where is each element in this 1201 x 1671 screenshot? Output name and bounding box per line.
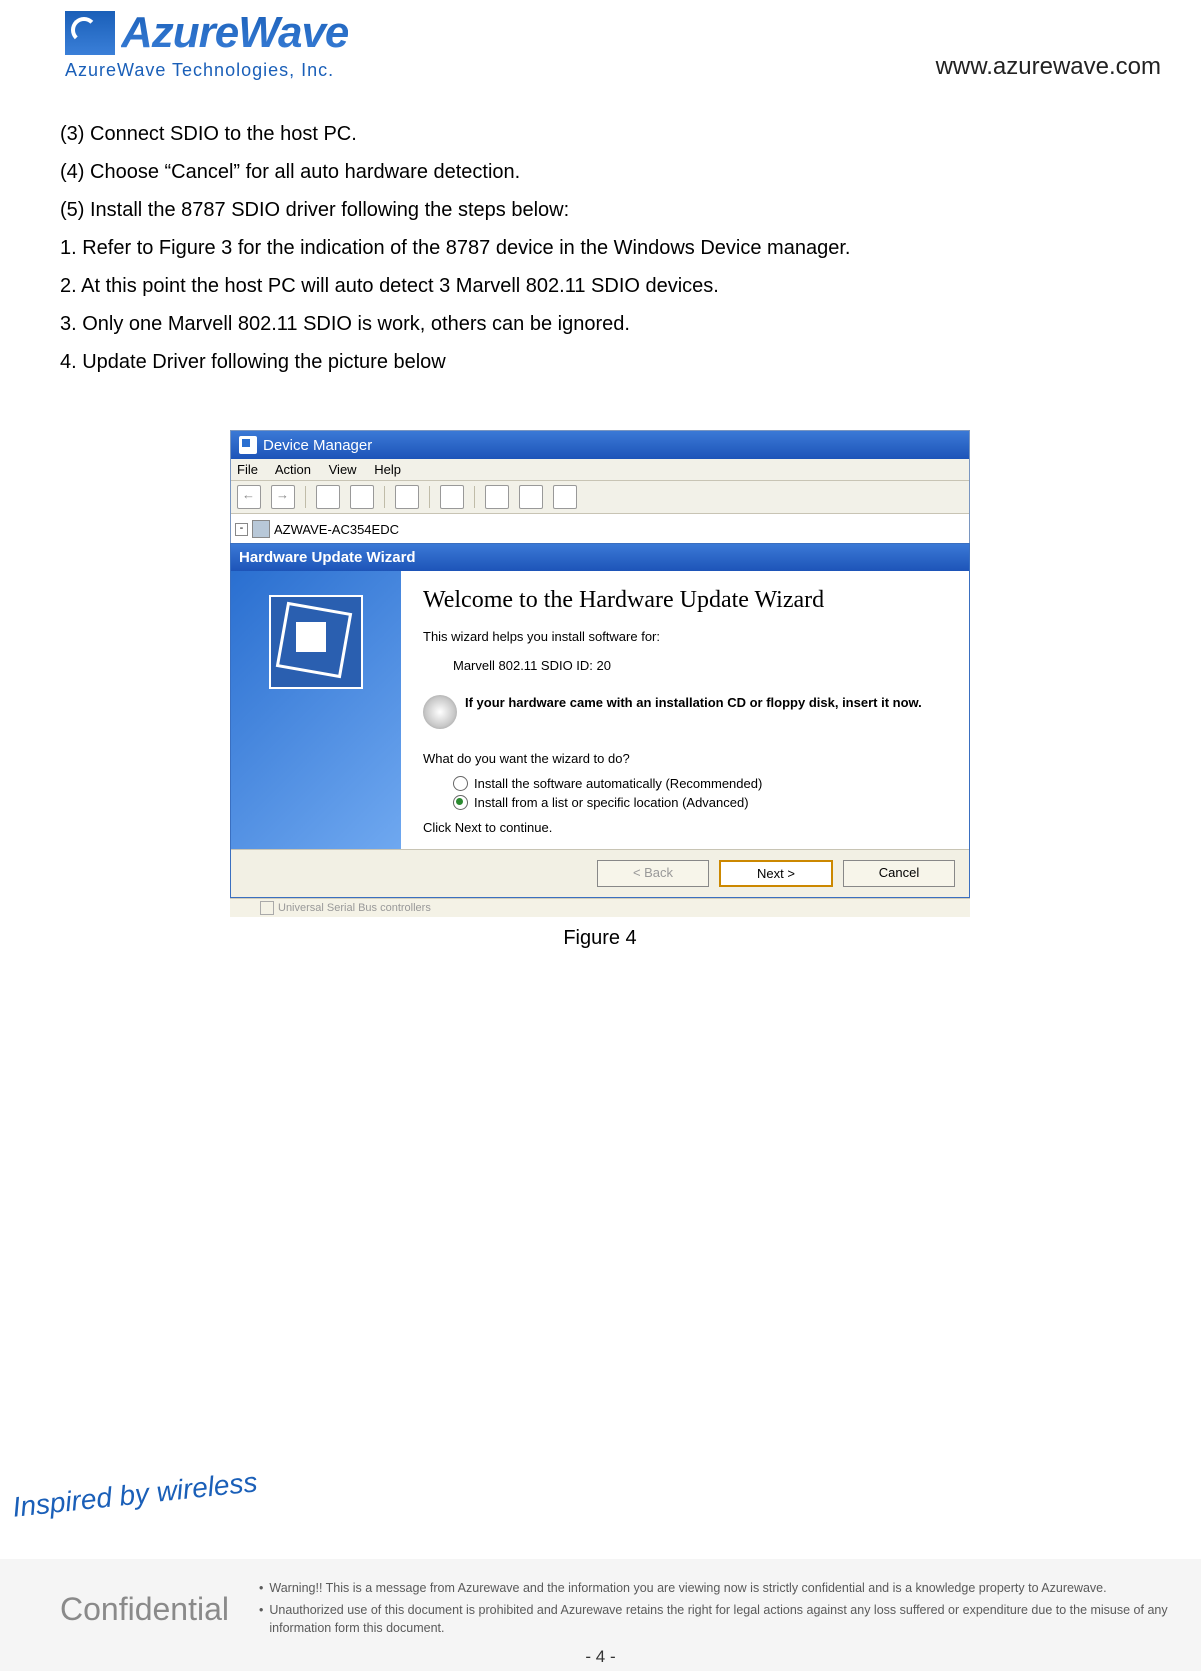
wizard-question: What do you want the wizard to do?	[423, 751, 947, 766]
wizard-heading: Welcome to the Hardware Update Wizard	[423, 585, 947, 615]
wizard-side-graphic	[231, 571, 401, 849]
cancel-button[interactable]: Cancel	[843, 860, 955, 887]
substep-3: 3. Only one Marvell 802.11 SDIO is work,…	[60, 308, 1141, 340]
menu-action[interactable]: Action	[275, 462, 311, 477]
brand-logo-icon	[65, 11, 115, 55]
wizard-click-next: Click Next to continue.	[423, 820, 947, 835]
bullet-icon: •	[259, 1579, 263, 1597]
substep-2: 2. At this point the host PC will auto d…	[60, 270, 1141, 302]
radio-selected-icon[interactable]	[453, 795, 468, 810]
device-manager-window: Device Manager File Action View Help	[230, 430, 970, 545]
toolbar-separator	[305, 486, 306, 508]
slogan-text: Inspired by wireless	[11, 1466, 259, 1524]
back-button[interactable]: < Back	[597, 860, 709, 887]
device-manager-toolbar	[231, 481, 969, 514]
toolbar-uninstall-icon[interactable]	[485, 485, 509, 509]
computer-icon	[252, 520, 270, 538]
tree-expand-icon[interactable]: -	[235, 523, 248, 536]
wizard-hardware-icon	[269, 595, 363, 689]
warning-line-1: Warning!! This is a message from Azurewa…	[269, 1579, 1106, 1597]
wizard-titlebar: Hardware Update Wizard	[231, 544, 969, 571]
menu-help[interactable]: Help	[374, 462, 401, 477]
substep-4: 4. Update Driver following the picture b…	[60, 346, 1141, 378]
option-advanced-label: Install from a list or specific location…	[474, 795, 749, 810]
figure-caption: Figure 4	[230, 927, 970, 950]
footer-warning: • Warning!! This is a message from Azurew…	[259, 1579, 1171, 1641]
page-header: AzureWave AzureWave Technologies, Inc. w…	[65, 8, 1161, 81]
menu-view[interactable]: View	[329, 462, 357, 477]
usb-icon	[260, 901, 274, 915]
toolbar-separator	[384, 486, 385, 508]
option-auto-label: Install the software automatically (Reco…	[474, 776, 762, 791]
toolbar-scan-icon[interactable]	[440, 485, 464, 509]
step-3: (3) Connect SDIO to the host PC.	[60, 118, 1141, 150]
toolbar-disable-icon[interactable]	[519, 485, 543, 509]
wizard-button-row: < Back Next > Cancel	[231, 849, 969, 897]
substep-1: 1. Refer to Figure 3 for the indication …	[60, 232, 1141, 264]
tree-root-label[interactable]: AZWAVE-AC354EDC	[274, 522, 399, 537]
toolbar-help-icon[interactable]	[395, 485, 419, 509]
step-4: (4) Choose “Cancel” for all auto hardwar…	[60, 156, 1141, 188]
device-manager-titlebar: Device Manager	[231, 431, 969, 459]
device-manager-menubar: File Action View Help	[231, 459, 969, 481]
brand-subtitle: AzureWave Technologies, Inc.	[65, 60, 348, 81]
toolbar-properties-icon[interactable]	[316, 485, 340, 509]
wizard-content: Welcome to the Hardware Update Wizard Th…	[401, 571, 969, 849]
hardware-update-wizard: Hardware Update Wizard Welcome to the Ha…	[230, 543, 970, 898]
device-manager-title: Device Manager	[263, 437, 372, 454]
device-manager-icon	[239, 436, 257, 454]
confidential-label: Confidential	[60, 1591, 229, 1628]
toolbar-separator	[474, 486, 475, 508]
menu-file[interactable]: File	[237, 462, 258, 477]
warning-line-2: Unauthorized use of this document is pro…	[269, 1601, 1171, 1637]
page-number: - 4 -	[585, 1647, 615, 1667]
toolbar-separator	[429, 486, 430, 508]
cutoff-text: Universal Serial Bus controllers	[278, 902, 431, 914]
step-5: (5) Install the 8787 SDIO driver followi…	[60, 194, 1141, 226]
cd-notice-text: If your hardware came with an installati…	[465, 695, 922, 710]
brand-url: www.azurewave.com	[936, 53, 1161, 81]
toolbar-forward-icon[interactable]	[271, 485, 295, 509]
device-manager-tree: - AZWAVE-AC354EDC	[231, 514, 969, 544]
radio-unselected-icon[interactable]	[453, 776, 468, 791]
wizard-intro-text: This wizard helps you install software f…	[423, 629, 947, 644]
toolbar-back-icon[interactable]	[237, 485, 261, 509]
brand-block: AzureWave AzureWave Technologies, Inc.	[65, 8, 348, 81]
option-auto[interactable]: Install the software automatically (Reco…	[453, 776, 947, 791]
option-advanced[interactable]: Install from a list or specific location…	[453, 795, 947, 810]
background-tree-cutoff: Universal Serial Bus controllers	[230, 898, 970, 917]
instruction-block: (3) Connect SDIO to the host PC. (4) Cho…	[60, 118, 1141, 384]
toolbar-print-icon[interactable]	[350, 485, 374, 509]
figure-4: Device Manager File Action View Help	[230, 430, 970, 950]
toolbar-update-icon[interactable]	[553, 485, 577, 509]
bullet-icon: •	[259, 1601, 263, 1619]
next-button[interactable]: Next >	[719, 860, 833, 887]
cd-icon	[423, 695, 457, 729]
brand-name: AzureWave	[121, 8, 348, 58]
wizard-device-name: Marvell 802.11 SDIO ID: 20	[453, 658, 947, 673]
